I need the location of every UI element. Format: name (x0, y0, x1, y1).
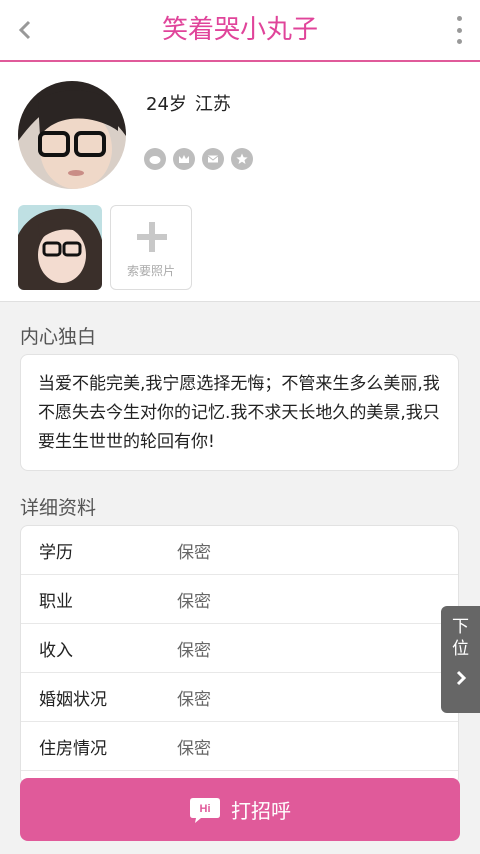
page-title: 笑着哭小丸子 (161, 15, 318, 45)
detail-label: 婚姻状况 (39, 689, 107, 710)
detail-label: 住房情况 (39, 738, 107, 759)
star-icon[interactable] (231, 148, 253, 170)
detail-value: 保密 (177, 640, 211, 661)
next-label-2: 位 (452, 639, 469, 659)
age: 24岁 (146, 94, 187, 115)
detail-value: 保密 (177, 738, 211, 759)
age-location: 24岁 江苏 (146, 90, 239, 116)
detail-value: 保密 (177, 689, 211, 710)
avatar[interactable] (18, 81, 126, 189)
next-profile-tab[interactable]: 下 位 (441, 606, 480, 713)
mail-icon[interactable] (202, 148, 224, 170)
say-hi-button[interactable]: Hi 打招呼 (20, 778, 460, 841)
detail-value: 保密 (177, 591, 211, 612)
hi-chat-icon: Hi (190, 797, 220, 823)
crown-icon[interactable] (173, 148, 195, 170)
location: 江苏 (194, 94, 231, 115)
detail-row: 住房情况 保密 (21, 722, 458, 771)
monologue-title: 内心独白 (20, 326, 97, 348)
more-vertical-icon (456, 16, 462, 21)
detail-row: 收入 保密 (21, 624, 458, 673)
profile-card: 24岁 江苏 索要照片 (0, 62, 480, 302)
svg-text:Hi: Hi (200, 803, 211, 815)
details-table: 学历 保密 职业 保密 收入 保密 婚姻状况 保密 住房情况 保密 (20, 525, 459, 785)
next-label-1: 下 (452, 617, 469, 637)
top-bar: 笑着哭小丸子 (0, 0, 480, 62)
detail-row: 婚姻状况 保密 (21, 673, 458, 722)
detail-value: 保密 (177, 542, 211, 563)
say-hi-label: 打招呼 (231, 799, 291, 823)
badge-row (144, 148, 253, 170)
detail-label: 职业 (39, 591, 73, 612)
photo-thumbnail[interactable] (18, 205, 102, 290)
more-menu-button[interactable] (452, 16, 466, 44)
details-title: 详细资料 (20, 497, 97, 519)
chevron-right-icon (456, 670, 466, 686)
detail-label: 学历 (39, 542, 73, 563)
monologue-text: 当爱不能完美,我宁愿选择无悔；不管来生多么美丽,我不愿失去今生对你的记忆.我不求… (20, 354, 459, 471)
detail-label: 收入 (39, 640, 73, 661)
request-photo-label: 索要照片 (126, 264, 175, 278)
plus-icon (137, 222, 167, 252)
request-photo-button[interactable]: 索要照片 (110, 205, 192, 290)
detail-row: 学历 保密 (21, 526, 458, 575)
detail-row: 职业 保密 (21, 575, 458, 624)
weibo-icon[interactable] (144, 148, 166, 170)
